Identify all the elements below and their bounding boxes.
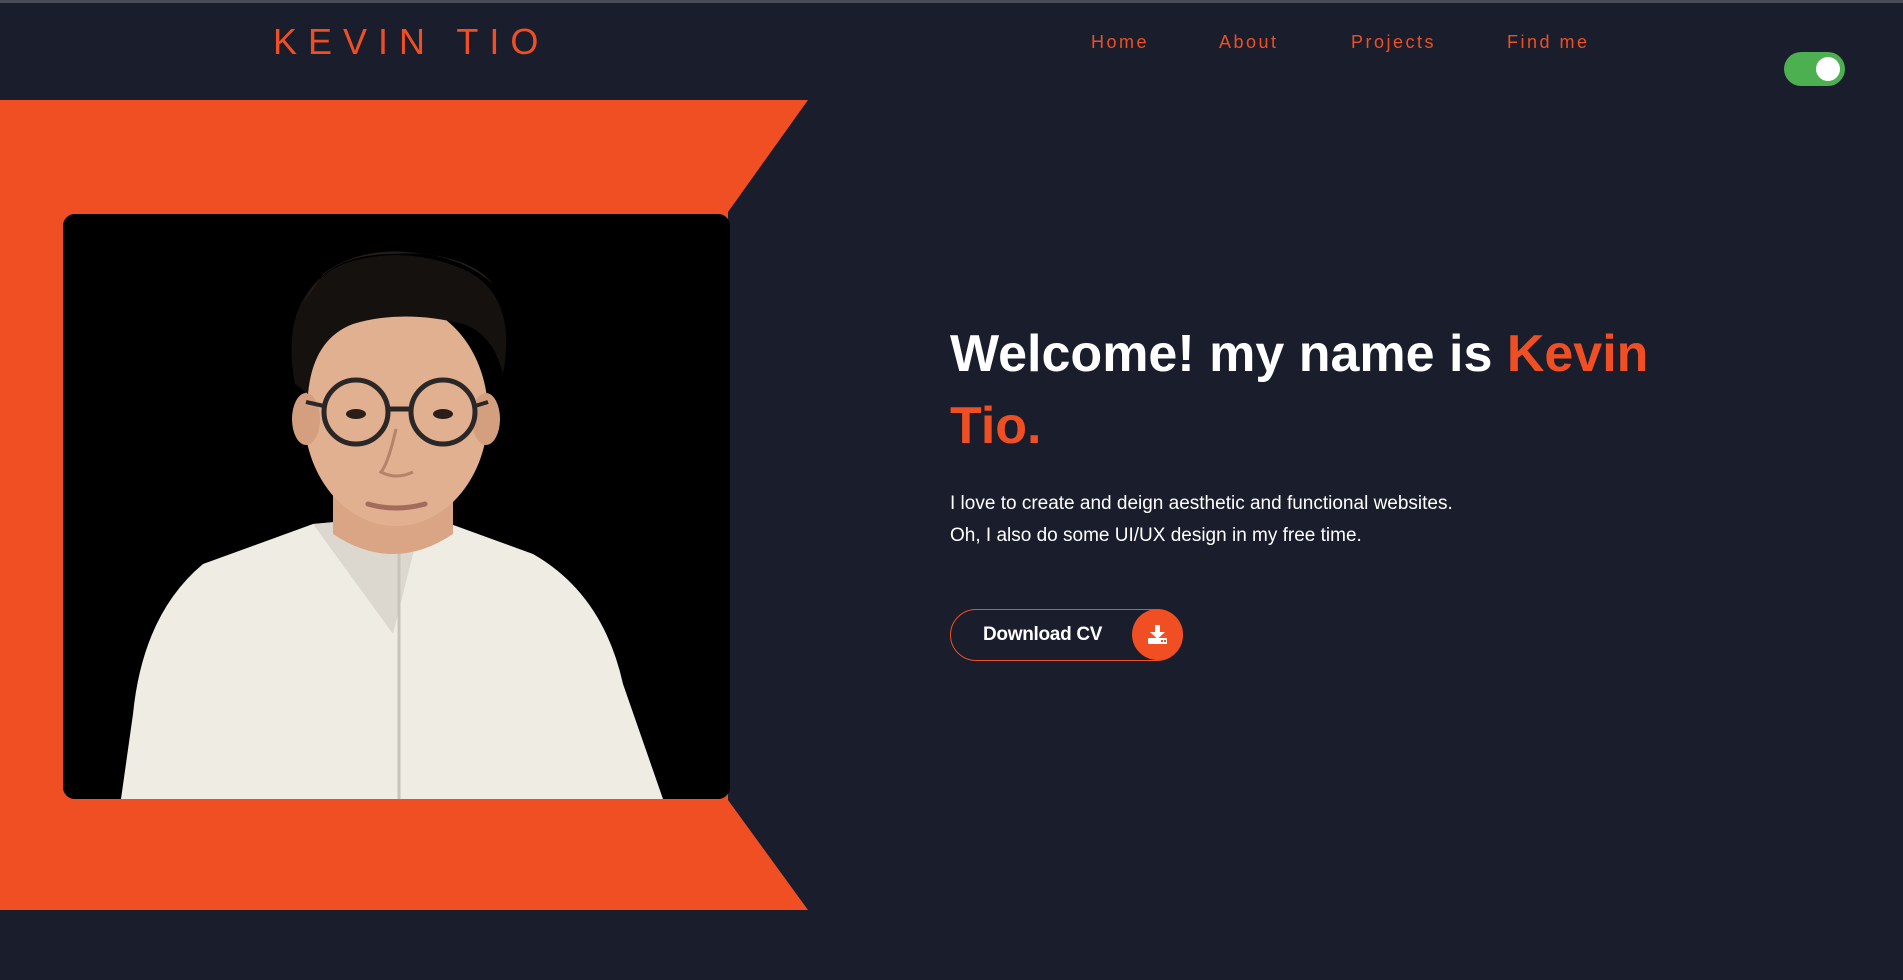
nav-about-link[interactable]: About	[1219, 30, 1279, 54]
heading-prefix: Welcome! my name is	[950, 325, 1507, 383]
portrait-photo-icon	[63, 214, 730, 799]
nav-projects-link[interactable]: Projects	[1351, 30, 1436, 54]
theme-toggle[interactable]	[1784, 52, 1845, 86]
window-top-border	[0, 0, 1903, 3]
intro-line: I love to create and deign aesthetic and…	[950, 493, 1453, 514]
intro-line: Oh, I also do some UI/UX design in my fr…	[950, 525, 1362, 546]
nav-home-link[interactable]: Home	[1091, 30, 1149, 54]
hero-heading: Welcome! my name is Kevin Tio.	[950, 318, 1710, 462]
nav-find-me-link[interactable]: Find me	[1507, 30, 1590, 54]
download-icon	[1132, 609, 1183, 660]
profile-photo	[63, 214, 730, 799]
hero-intro: I love to create and deign aesthetic and…	[950, 488, 1650, 552]
download-cv-button[interactable]: Download CV	[950, 609, 1183, 661]
download-cv-label: Download CV	[983, 624, 1103, 645]
toggle-knob	[1816, 57, 1840, 81]
portfolio-page: KEVIN TIO Home About Projects Find me We…	[0, 0, 1903, 980]
site-logo[interactable]: KEVIN TIO	[273, 20, 549, 64]
